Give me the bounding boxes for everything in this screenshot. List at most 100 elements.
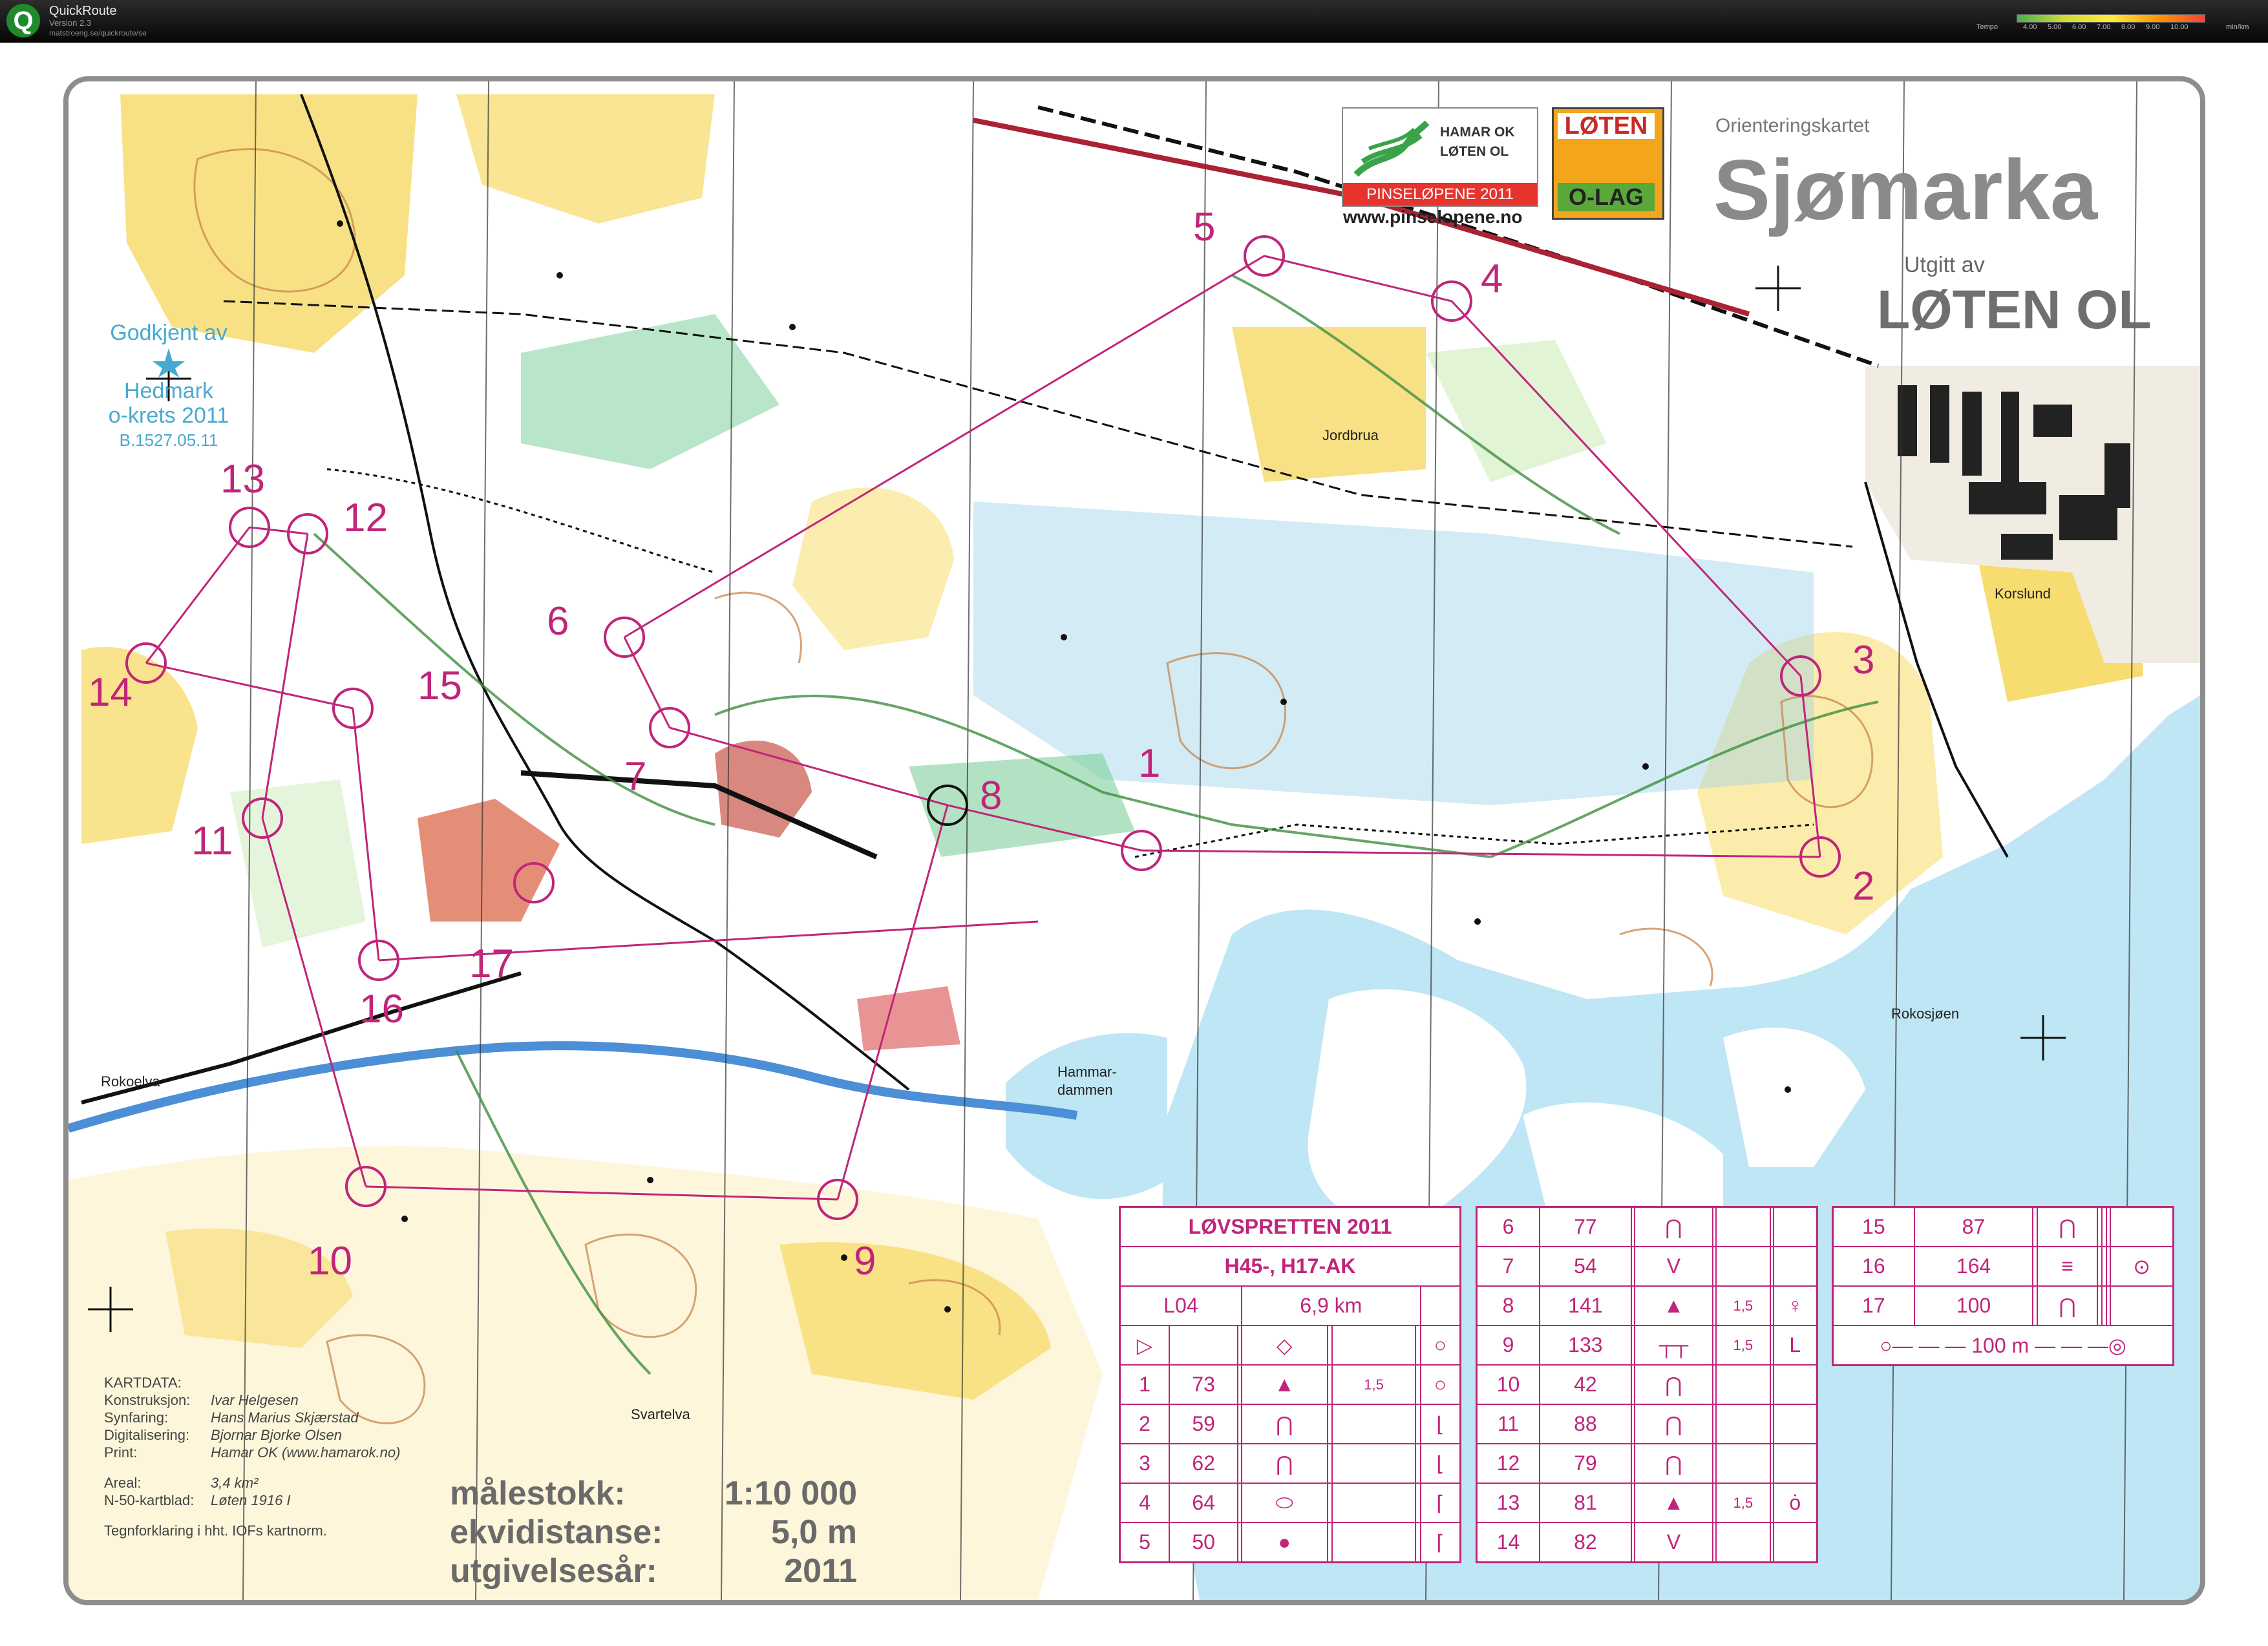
control-size — [1715, 1443, 1771, 1484]
place-name: Jordbrua — [1322, 427, 1379, 443]
control-seq: 12 — [1476, 1443, 1540, 1484]
control-row: 6 77 ⋂ — [1476, 1206, 1818, 1247]
finish-end-icon: — — —◎ — [2035, 1333, 2126, 1357]
control-code: 50 — [1169, 1522, 1239, 1563]
control-location-symbol — [1772, 1522, 1818, 1563]
tempo-ticks: 4.00 5.00 6.00 7.00 8.00 9.00 10.00 — [2009, 23, 2222, 32]
control-rows: 1 73 ▲ 1,5 ○ 2 59 ⋂ ⌊ 3 62 ⋂ ⌊ 4 64 ⬭ ⌈ 5 50 ● ⌈ — [1119, 1364, 1461, 1563]
control-number: 8 — [980, 774, 1002, 818]
club-logo-bottom: O-LAG — [1558, 183, 1655, 211]
credits-heading: KARTDATA: — [104, 1375, 182, 1391]
sponsor-line2: LØTEN OL — [1440, 144, 1509, 159]
control-number: 16 — [359, 987, 404, 1031]
control-code: 81 — [1538, 1482, 1632, 1523]
control-location-symbol: ♀ — [1772, 1285, 1818, 1326]
control-size — [1331, 1482, 1416, 1523]
control-number: 10 — [308, 1239, 352, 1283]
control-empty-cell — [2105, 1285, 2112, 1326]
control-row: 4 64 ⬭ ⌈ — [1119, 1482, 1461, 1523]
control-number: 14 — [88, 670, 132, 715]
control-code: 64 — [1169, 1482, 1239, 1523]
tempo-tick: 8.00 — [2121, 23, 2136, 31]
credits-value: 3,4 km² — [211, 1475, 259, 1491]
control-feature-symbol: ┬┬ — [1633, 1325, 1714, 1366]
credits-row: Print: Hamar OK (www.hamarok.no) — [104, 1444, 408, 1461]
credits-value: Ivar Helgesen — [211, 1392, 299, 1408]
control-feature-symbol: ⋂ — [1240, 1443, 1328, 1484]
credits-key: Areal: — [104, 1475, 142, 1491]
tempo-label: Tempo — [1977, 23, 1998, 31]
control-size — [1331, 1443, 1416, 1484]
control-seq: 16 — [1832, 1246, 1915, 1287]
tree-logo-icon — [1353, 120, 1430, 177]
control-size — [2101, 1285, 2107, 1326]
credits-row: N-50-kartblad: Løten 1916 I — [104, 1492, 408, 1509]
control-row: 3 62 ⋂ ⌊ — [1119, 1443, 1461, 1484]
control-size — [2101, 1246, 2107, 1287]
tempo-unit: min/km — [2226, 23, 2249, 31]
control-location-symbol — [1772, 1364, 1818, 1405]
control-empty-cell — [2105, 1206, 2112, 1247]
control-seq: 14 — [1476, 1522, 1540, 1563]
tempo-tick: 7.00 — [2097, 23, 2111, 31]
control-seq: 15 — [1832, 1206, 1915, 1247]
control-code: 82 — [1538, 1522, 1632, 1563]
orienteering-map[interactable]: 1 2 3 4 5 6 7 8 9 10 11 12 13 14 15 16 1… — [63, 76, 2205, 1605]
approval-line3: o-krets 2011 — [108, 403, 229, 428]
control-empty-cell — [2097, 1246, 2103, 1287]
control-number: 7 — [624, 754, 647, 799]
control-code: 141 — [1538, 1285, 1632, 1326]
scale-value: 2011 — [784, 1552, 857, 1590]
control-row: 12 79 ⋂ — [1476, 1443, 1818, 1484]
control-seq: 3 — [1119, 1443, 1171, 1484]
control-location-symbol: ⌈ — [1419, 1522, 1461, 1563]
approval-emblem-icon — [94, 345, 243, 379]
control-empty-cell — [1326, 1404, 1333, 1444]
publisher-label: Utgitt av — [1904, 253, 1985, 277]
control-size — [1715, 1206, 1771, 1247]
control-empty-cell — [1326, 1443, 1333, 1484]
place-name: Rokoelva — [101, 1073, 160, 1090]
control-number: 1 — [1138, 741, 1161, 786]
control-number: 2 — [1852, 864, 1875, 909]
control-empty-cell — [1414, 1364, 1421, 1405]
control-seq: 17 — [1832, 1285, 1915, 1326]
control-feature-symbol: ⋂ — [1240, 1404, 1328, 1444]
course-classes: H45-, H17-AK — [1119, 1246, 1461, 1287]
control-row: 5 50 ● ⌈ — [1119, 1522, 1461, 1563]
diamond-icon: ◇ — [1240, 1325, 1328, 1366]
control-code: 88 — [1538, 1404, 1632, 1444]
control-empty-cell — [2105, 1246, 2112, 1287]
map-title: Sjømarka — [1713, 142, 2098, 237]
app-title-bar: Q QuickRoute Version 2.3 matstroeng.se/q… — [0, 0, 2268, 43]
control-number: 6 — [547, 599, 569, 644]
finish-row: ○— — — 100 m — — —◎ — [1832, 1325, 2174, 1366]
scale-info: målestokk: 1:10 000 ekvidistanse: 5,0 m ut… — [450, 1474, 857, 1590]
control-location-symbol — [2110, 1285, 2174, 1326]
control-location-symbol: ⌊ — [1419, 1443, 1461, 1484]
control-seq: 8 — [1476, 1285, 1540, 1326]
control-number: 5 — [1193, 205, 1216, 249]
credits-key: Digitalisering: — [104, 1427, 190, 1443]
control-feature-symbol: ⋂ — [1633, 1404, 1714, 1444]
control-size — [1331, 1522, 1416, 1563]
app-version: Version 2.3 — [49, 18, 92, 28]
scale-row: utgivelsesår: 2011 — [450, 1552, 857, 1590]
control-seq: 7 — [1476, 1246, 1540, 1287]
control-seq: 9 — [1476, 1325, 1540, 1366]
control-feature-symbol: ▲ — [1633, 1482, 1714, 1523]
credits-value: Hamar OK (www.hamarok.no) — [211, 1444, 401, 1461]
control-rows: 6 77 ⋂ 7 54 V 8 141 ▲ 1,5 ♀ 9 133 ┬┬ 1,5 L 10 42 ⋂ 11 88 ⋂ 12 7… — [1476, 1206, 1818, 1563]
control-empty-cell — [1326, 1364, 1333, 1405]
control-size — [1715, 1522, 1771, 1563]
app-url[interactable]: matstroeng.se/quickroute/se — [49, 28, 147, 37]
control-feature-symbol: V — [1633, 1522, 1714, 1563]
control-size — [1715, 1246, 1771, 1287]
control-number: 12 — [343, 496, 388, 540]
sponsor-url: www.pinselopene.no — [1343, 207, 1523, 227]
credits-key: Synfaring: — [104, 1409, 169, 1426]
control-location-symbol — [1772, 1246, 1818, 1287]
control-empty-cell — [1414, 1522, 1421, 1563]
control-seq: 2 — [1119, 1404, 1171, 1444]
control-code: 62 — [1169, 1443, 1239, 1484]
